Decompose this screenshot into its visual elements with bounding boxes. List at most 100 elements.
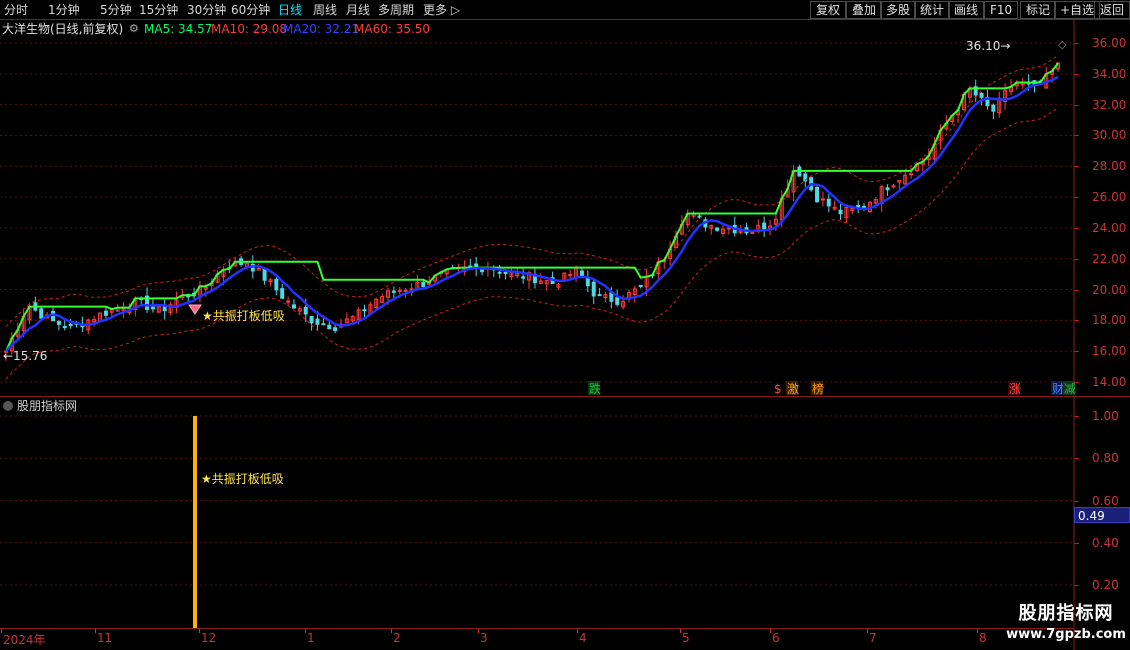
watermark-url: www.7gpzb.com	[1006, 627, 1126, 642]
ma-label-0: MA5: 34.57	[144, 22, 213, 36]
candle-body	[309, 316, 314, 324]
candle-body	[403, 289, 408, 292]
high-price-label: 36.10→	[966, 39, 1010, 53]
period-tab-10[interactable]: 更多 ▷	[423, 2, 460, 18]
period-tab-8[interactable]: 月线	[346, 2, 370, 18]
toolbar-button-1[interactable]: 叠加	[846, 1, 883, 19]
indicator-value-badge: 0.49	[1074, 507, 1130, 523]
time-axis-tick	[199, 629, 200, 633]
toolbar-button-0[interactable]: 复权	[810, 1, 847, 19]
time-axis-label: 1	[307, 631, 315, 645]
event-marker-5: 财	[1052, 382, 1064, 396]
candle-body	[991, 104, 996, 112]
indicator-axis-label: 0.80	[1092, 451, 1119, 466]
time-axis-label: 4	[579, 631, 587, 645]
time-axis-label: 8	[979, 631, 987, 645]
kline-chart[interactable]: 36.10→ ←15.76 ★共振打板低吸 ★共振打板低吸 跌 $ 激榜涨财减◇	[0, 0, 1130, 650]
candle-body	[909, 173, 914, 176]
ma-label-3: MA60: 35.50	[354, 22, 431, 36]
indicator-settings-icon[interactable]	[3, 401, 13, 411]
time-axis-tick	[95, 629, 96, 633]
indicator-axis-tick	[1074, 585, 1079, 586]
candle-body	[597, 294, 602, 297]
period-tab-2[interactable]: 5分钟	[100, 2, 132, 18]
period-tab-1[interactable]: 1分钟	[48, 2, 80, 18]
watermark-brand: 股朋指标网	[1018, 603, 1114, 624]
toolbar-button-2[interactable]: 多股	[880, 1, 917, 19]
toolbar-button-6[interactable]: 标记	[1020, 1, 1057, 19]
stock-title: 大洋生物(日线,前复权)	[2, 22, 124, 36]
candle-body	[638, 284, 643, 287]
candle-body	[497, 271, 502, 274]
period-tab-9[interactable]: 多周期	[378, 2, 414, 18]
event-marker-3: 榜	[812, 381, 824, 396]
candle-body	[103, 310, 108, 316]
indicator-pane	[0, 415, 1074, 628]
time-axis-label: 6	[772, 631, 780, 645]
event-marker-1: $	[774, 382, 782, 396]
time-axis-tick	[770, 629, 771, 633]
indicator-axis-tick	[1074, 416, 1079, 417]
time-axis-tick	[577, 629, 578, 633]
candle-body	[321, 323, 326, 326]
ma-label-1: MA10: 29.08	[211, 22, 288, 36]
event-marker-2: 激	[787, 382, 799, 396]
settings-icon[interactable]: ⚙	[129, 21, 139, 37]
watermark: 股朋指标网 www.7gpzb.com	[1004, 602, 1128, 648]
pane-divider[interactable]	[0, 396, 1130, 397]
ma-label-2: MA20: 32.21	[283, 22, 360, 36]
indicator-axis-label: 0.20	[1092, 578, 1119, 592]
period-tab-6[interactable]: 日线	[278, 2, 302, 18]
candle-body	[591, 281, 596, 297]
candle-body	[303, 307, 308, 315]
time-axis-tick	[867, 629, 868, 633]
period-tab-5[interactable]: 60分钟	[231, 2, 270, 18]
event-marker-4: 涨	[1009, 381, 1021, 396]
candle-body	[568, 274, 573, 277]
period-tab-3[interactable]: 15分钟	[139, 2, 178, 18]
candle-body	[362, 309, 367, 312]
event-marker-0: 跌	[589, 381, 601, 396]
candle-body	[391, 290, 396, 293]
candle-body	[315, 318, 320, 325]
diamond-signal-icon	[188, 304, 202, 315]
candle-body	[327, 324, 332, 330]
candle-body	[820, 198, 825, 201]
candle-body	[885, 187, 890, 191]
time-axis-label: 11	[97, 631, 113, 645]
indicator-name: 股朋指标网	[17, 399, 78, 413]
indicator-axis-label: 1.00	[1092, 409, 1119, 423]
candle-body	[826, 198, 831, 207]
toolbar-button-5[interactable]: F10	[984, 1, 1019, 19]
indicator-axis: 1.00 0.80 0.60 0.40 0.20	[1074, 0, 1130, 628]
period-tab-4[interactable]: 30分钟	[187, 2, 226, 18]
time-axis-label: 7	[869, 631, 877, 645]
candle-body	[262, 268, 267, 281]
time-axis: 2024年 11 12 1 2 3 4 5 6 7 8	[0, 628, 1074, 650]
toolbar-button-4[interactable]: 画线	[948, 1, 985, 19]
time-axis-label: 2024年	[3, 633, 46, 647]
pane-toggle-icon[interactable]: ◇	[1058, 38, 1067, 51]
time-axis-tick	[305, 629, 306, 633]
indicator-axis-label: 0.40	[1092, 535, 1119, 550]
candle-body	[280, 288, 285, 299]
annotations: 36.10→ ←15.76 ★共振打板低吸 ★共振打板低吸 跌 $ 激榜涨财减◇	[3, 38, 1076, 486]
candle-body	[68, 323, 73, 326]
toolbar-button-3[interactable]: 统计	[914, 1, 951, 19]
candle-body	[615, 297, 620, 305]
indicator-signal-text: ★共振打板低吸	[201, 472, 284, 486]
time-axis-label: 5	[682, 631, 690, 645]
candle-body	[274, 278, 279, 291]
time-axis-label: 12	[201, 631, 217, 645]
candle-body	[979, 92, 984, 98]
candle-body	[56, 321, 61, 325]
time-axis-tick	[391, 629, 392, 633]
candlesticks	[4, 62, 1060, 361]
candle-body	[333, 327, 338, 332]
indicator-axis-tick	[1074, 458, 1079, 460]
candle-body	[762, 222, 767, 230]
period-tab-7[interactable]: 周线	[313, 2, 337, 18]
period-tab-0[interactable]: 分时	[4, 2, 28, 18]
time-axis-label: 3	[480, 631, 488, 645]
indicator-axis-label: 0.60	[1092, 493, 1119, 508]
